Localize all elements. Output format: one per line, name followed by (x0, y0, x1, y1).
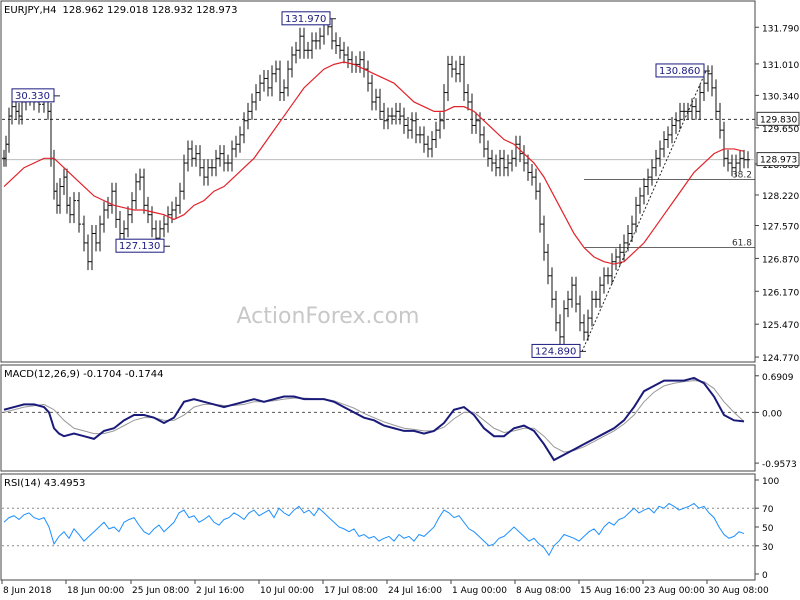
annotation-label: 131.970 (285, 14, 326, 25)
price-tick-label: 131.790 (762, 24, 799, 34)
price-tick-label: 125.470 (762, 321, 799, 331)
rsi-label: RSI(14) 43.4953 (4, 478, 85, 489)
annotation-label: 30.330 (15, 91, 50, 102)
x-tick-label: 30 Aug 08:00 (708, 586, 769, 596)
macd-label: MACD(12,26,9) -0.1704 -0.1744 (4, 369, 164, 380)
chart-canvas: ActionForex.com 38.2 61.8 30.330 127.130 13… (0, 0, 800, 596)
x-tick-label: 10 Jul 00:00 (260, 586, 314, 596)
fib-level-label: 38.2 (732, 170, 752, 180)
fib-level-label: 61.8 (732, 239, 752, 249)
x-tick-label: 8 Aug 08:00 (516, 586, 571, 596)
annotation-label: 130.860 (659, 66, 700, 77)
x-tick-label: 18 Jun 00:00 (67, 586, 124, 596)
chart-header: EURJPY,H4 128.962 129.018 128.932 128.973 (4, 5, 237, 16)
watermark: ActionForex.com (237, 304, 420, 329)
x-tick-label: 24 Jul 16:00 (388, 586, 442, 596)
price-tick-label: 128.220 (762, 192, 799, 202)
price-tick-label: 124.770 (762, 354, 799, 364)
ohlc-values: 128.962 129.018 128.932 128.973 (63, 5, 238, 16)
rsi-tick-label: 70 (762, 505, 774, 515)
x-tick-label: 23 Aug 00:00 (644, 586, 705, 596)
macd-tick-label: 0.6909 (762, 373, 794, 383)
price-tick-label: 131.010 (762, 61, 799, 71)
price-tick-label: 126.170 (762, 288, 799, 298)
annotation-label: 124.890 (535, 346, 576, 357)
x-tick-label: 25 Jun 08:00 (132, 586, 189, 596)
price-tick-label: 130.340 (762, 92, 799, 102)
level-price-label: 129.830 (760, 115, 797, 125)
price-tick-label: 127.570 (762, 223, 799, 233)
price-tick-label: 129.650 (762, 125, 799, 135)
macd-tick-label: -0.9573 (762, 460, 797, 470)
price-tick-label: 126.870 (762, 255, 799, 265)
macd-tick-label: 0.00 (762, 409, 782, 419)
annotation-label: 127.130 (119, 241, 160, 252)
x-tick-label: 2 Jul 16:00 (196, 586, 245, 596)
symbol-label: EURJPY,H4 (4, 5, 57, 16)
rsi-tick-label: 30 (762, 543, 774, 553)
x-tick-label: 8 Jun 2018 (3, 586, 52, 596)
rsi-tick-label: 100 (762, 477, 779, 487)
rsi-tick-label: 0 (762, 571, 768, 581)
current-price-label: 128.973 (760, 156, 797, 166)
macd-panel (0, 364, 756, 472)
x-tick-label: 17 Jul 08:00 (324, 586, 378, 596)
x-tick-label: 1 Aug 00:00 (452, 586, 507, 596)
rsi-tick-label: 50 (762, 524, 774, 534)
x-tick-label: 15 Aug 16:00 (580, 586, 641, 596)
